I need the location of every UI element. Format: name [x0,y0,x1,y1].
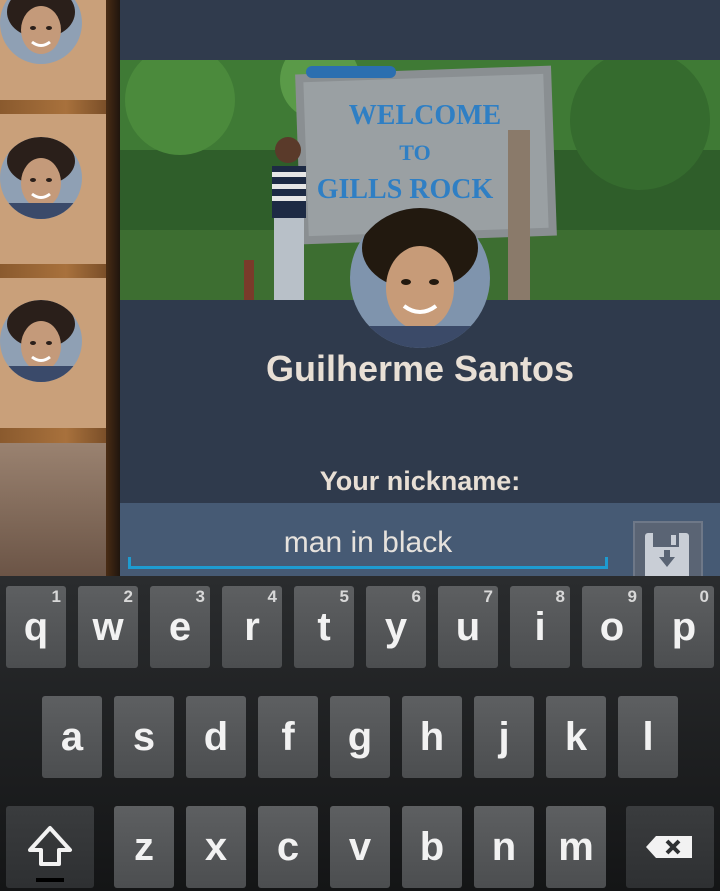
contact-tile[interactable] [0,278,106,428]
sign-line-2: TO [399,140,430,165]
key-f[interactable]: f [258,696,318,778]
profile-name: Guilherme Santos [265,348,575,389]
key-i[interactable]: i8 [510,586,570,668]
input-underline-right [605,557,608,569]
app-root: WELCOME TO GILLS ROCK Guilherme Santos Y… [0,0,720,891]
top-bar [120,0,720,60]
key-p[interactable]: p0 [654,586,714,668]
nickname-bar [120,503,720,580]
key-q[interactable]: q1 [6,586,66,668]
backspace-key[interactable] [626,806,714,888]
contact-tile[interactable] [0,114,106,264]
key-l[interactable]: l [618,696,678,778]
nickname-input[interactable] [128,519,608,569]
key-s[interactable]: s [114,696,174,778]
key-t[interactable]: t5 [294,586,354,668]
sign-line-1: WELCOME [349,100,501,131]
sign-line-3: GILLS ROCK [317,174,494,205]
key-v[interactable]: v [330,806,390,888]
key-a[interactable]: a [42,696,102,778]
contact-tile[interactable] [0,0,106,100]
key-y[interactable]: y6 [366,586,426,668]
key-m[interactable]: m [546,806,606,888]
profile-panel: WELCOME TO GILLS ROCK Guilherme Santos Y… [120,0,720,580]
shift-key[interactable] [6,806,94,888]
backspace-icon [646,836,692,858]
key-n[interactable]: n [474,806,534,888]
key-d[interactable]: d [186,696,246,778]
key-b[interactable]: b [402,806,462,888]
key-e[interactable]: e3 [150,586,210,668]
input-underline-left [128,557,131,569]
key-u[interactable]: u7 [438,586,498,668]
strip-divider [106,0,120,580]
floppy-save-icon [645,533,689,579]
contact-avatar [0,137,82,219]
contact-avatar [0,300,82,382]
contact-tile-empty[interactable] [0,443,106,580]
contacts-strip [0,0,120,580]
key-r[interactable]: r4 [222,586,282,668]
profile-avatar[interactable] [350,208,490,348]
key-k[interactable]: k [546,696,606,778]
key-w[interactable]: w2 [78,586,138,668]
contact-avatar [0,0,82,64]
nickname-label: Your nickname: [319,466,521,496]
key-c[interactable]: c [258,806,318,888]
soft-keyboard: q1 w2 e3 r4 t5 y6 u7 i8 o9 p0 a s d f g … [0,576,720,891]
key-g[interactable]: g [330,696,390,778]
key-j[interactable]: j [474,696,534,778]
key-x[interactable]: x [186,806,246,888]
key-o[interactable]: o9 [582,586,642,668]
key-z[interactable]: z [114,806,174,888]
save-nickname-button[interactable] [633,521,703,580]
shift-icon [28,826,72,882]
key-h[interactable]: h [402,696,462,778]
